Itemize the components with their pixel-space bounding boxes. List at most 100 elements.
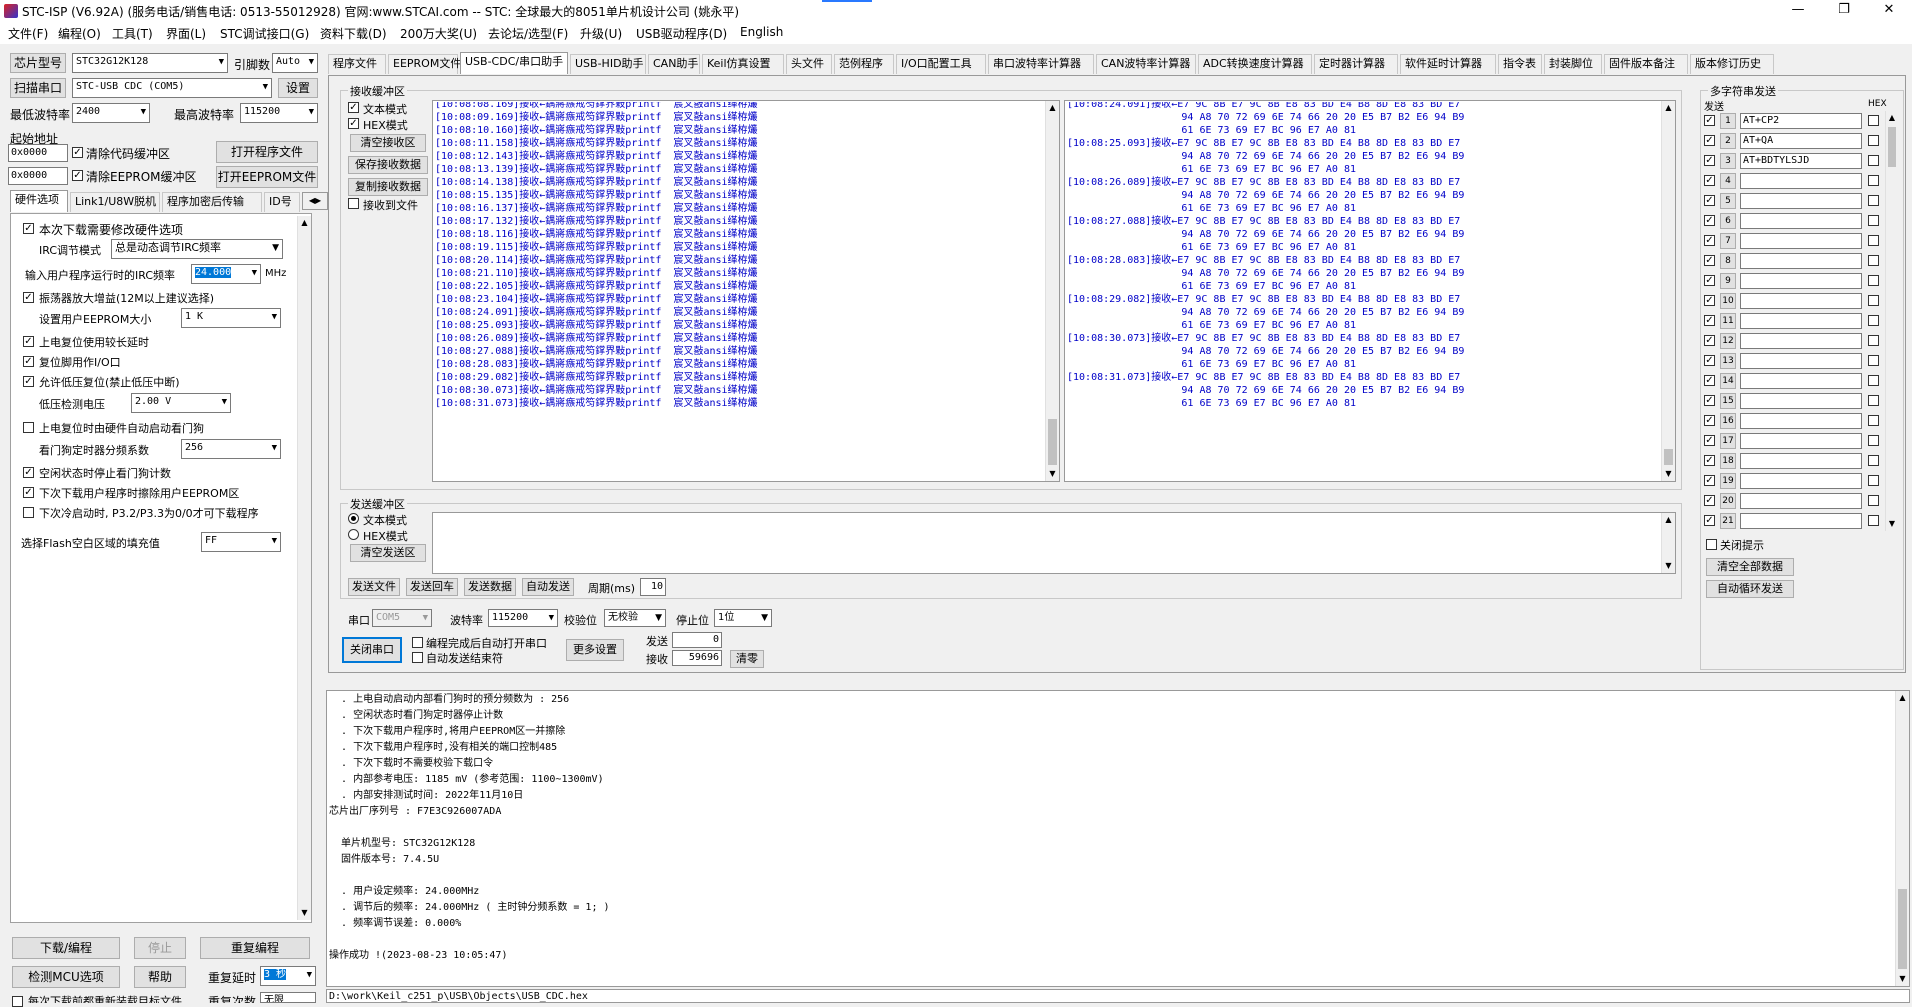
clear-receive-button[interactable]: 清空接收区 xyxy=(350,134,426,152)
repeat-delay-select[interactable]: 3 秒 ▼ xyxy=(260,966,316,986)
multi-hex-checkbox[interactable] xyxy=(1868,235,1879,246)
chevron-up-icon[interactable]: ▲ xyxy=(1886,111,1898,125)
multi-send-index-button[interactable]: 5 xyxy=(1720,193,1736,209)
multi-send-checkbox[interactable]: ✓ xyxy=(1704,255,1715,266)
menu-upgrade[interactable]: 升级(U) xyxy=(580,25,622,42)
auto-watchdog-checkbox[interactable] xyxy=(23,422,34,433)
multi-send-index-button[interactable]: 10 xyxy=(1720,293,1736,309)
tab-delay-calc[interactable]: 软件延时计算器 xyxy=(1400,54,1496,74)
auto-loop-send-button[interactable]: 自动循环发送 xyxy=(1706,580,1794,598)
clear-code-checkbox[interactable]: ✓ xyxy=(72,147,83,158)
send-text-scrollbar[interactable]: ▲ ▼ xyxy=(1661,513,1675,573)
detect-mcu-button[interactable]: 检测MCU选项 xyxy=(12,966,120,988)
multi-send-index-button[interactable]: 9 xyxy=(1720,273,1736,289)
wdt-prescaler-select[interactable]: 256 ▼ xyxy=(181,439,281,459)
repeat-program-button[interactable]: 重复编程 xyxy=(200,937,310,959)
tab-io-config[interactable]: I/O口配置工具 xyxy=(896,54,986,74)
scroll-thumb[interactable] xyxy=(1664,449,1673,465)
download-program-button[interactable]: 下载/编程 xyxy=(12,937,120,959)
copy-receive-button[interactable]: 复制接收数据 xyxy=(348,178,428,196)
auto-send-button[interactable]: 自动发送 xyxy=(522,578,574,596)
chevron-down-icon[interactable]: ▼ xyxy=(1896,972,1909,986)
multi-send-index-button[interactable]: 2 xyxy=(1720,133,1736,149)
multi-send-index-button[interactable]: 18 xyxy=(1720,453,1736,469)
multi-send-index-button[interactable]: 12 xyxy=(1720,333,1736,349)
tab-uart-baud[interactable]: 串口波特率计算器 xyxy=(988,54,1094,74)
receive-text-area[interactable]: [10:08:08.169]接收←鍝嶈瘯戒笉鐣界敤printf 宸叉敼ansi缂… xyxy=(432,100,1060,482)
multi-send-input[interactable] xyxy=(1740,493,1862,509)
multi-hex-checkbox[interactable] xyxy=(1868,435,1879,446)
chevron-down-icon[interactable]: ▼ xyxy=(298,906,311,920)
multi-send-input[interactable] xyxy=(1740,413,1862,429)
irc-mode-select[interactable]: 总是动态调节IRC频率 ▼ xyxy=(111,239,283,259)
pin-count-select[interactable]: Auto ▼ xyxy=(272,53,318,73)
log-area[interactable]: . 上电自动启动内部看门狗时的预分频数为 : 256 . 空闲状态时看门狗定时器… xyxy=(326,690,1910,987)
auto-send-end-checkbox[interactable] xyxy=(412,652,423,663)
multi-send-checkbox[interactable]: ✓ xyxy=(1704,175,1715,186)
multi-hex-checkbox[interactable] xyxy=(1868,515,1879,526)
multi-send-checkbox[interactable]: ✓ xyxy=(1704,515,1715,526)
multi-hex-checkbox[interactable] xyxy=(1868,175,1879,186)
menu-program[interactable]: 编程(O) xyxy=(58,25,101,42)
multi-send-index-button[interactable]: 20 xyxy=(1720,493,1736,509)
tab-examples[interactable]: 范例程序 xyxy=(834,54,894,74)
multi-hex-checkbox[interactable] xyxy=(1868,355,1879,366)
port-select[interactable]: STC-USB CDC (COM5) ▼ xyxy=(72,78,272,98)
multi-send-checkbox[interactable]: ✓ xyxy=(1704,195,1715,206)
lvd-voltage-select[interactable]: 2.00 V ▼ xyxy=(131,393,231,413)
multi-send-input[interactable] xyxy=(1740,393,1862,409)
multi-send-index-button[interactable]: 19 xyxy=(1720,473,1736,489)
serial-port-select[interactable]: COM5 ▼ xyxy=(372,609,432,627)
code-address-input[interactable]: 0x0000 xyxy=(8,144,68,162)
tab-can[interactable]: CAN助手 xyxy=(648,54,700,74)
multi-send-index-button[interactable]: 14 xyxy=(1720,373,1736,389)
menu-view[interactable]: 界面(L) xyxy=(166,25,206,42)
tab-instructions[interactable]: 指令表 xyxy=(1498,54,1542,74)
multi-hex-checkbox[interactable] xyxy=(1868,315,1879,326)
multi-send-checkbox[interactable]: ✓ xyxy=(1704,235,1715,246)
chevron-down-icon[interactable]: ▼ xyxy=(1046,467,1059,481)
multi-hex-checkbox[interactable] xyxy=(1868,375,1879,386)
tab-encrypt[interactable]: 程序加密后传输 xyxy=(162,192,262,212)
multi-send-checkbox[interactable]: ✓ xyxy=(1704,435,1715,446)
multi-send-input[interactable] xyxy=(1740,213,1862,229)
scan-port-button[interactable]: 扫描串口 xyxy=(10,78,66,98)
low-voltage-reset-checkbox[interactable]: ✓ xyxy=(23,376,34,387)
chevron-down-icon[interactable]: ▼ xyxy=(1886,517,1898,531)
menu-forum[interactable]: 去论坛/选型(F) xyxy=(488,25,568,42)
multi-send-input[interactable]: AT+CP2 xyxy=(1740,113,1862,129)
multi-send-input[interactable] xyxy=(1740,373,1862,389)
multi-send-checkbox[interactable]: ✓ xyxy=(1704,355,1715,366)
send-data-button[interactable]: 发送数据 xyxy=(464,578,516,596)
chip-model-button[interactable]: 芯片型号 xyxy=(10,53,66,73)
multi-hex-checkbox[interactable] xyxy=(1868,215,1879,226)
clear-send-button[interactable]: 清空发送区 xyxy=(350,544,426,562)
multi-hex-checkbox[interactable] xyxy=(1868,495,1879,506)
multi-send-checkbox[interactable]: ✓ xyxy=(1704,455,1715,466)
menu-english[interactable]: English xyxy=(740,25,783,39)
eeprom-size-select[interactable]: 1 K ▼ xyxy=(181,308,281,328)
more-settings-button[interactable]: 更多设置 xyxy=(566,639,624,661)
period-input[interactable]: 10 xyxy=(640,578,666,596)
multi-hex-checkbox[interactable] xyxy=(1868,295,1879,306)
multi-send-checkbox[interactable]: ✓ xyxy=(1704,415,1715,426)
flash-fill-select[interactable]: FF ▼ xyxy=(201,532,281,552)
close-tip-checkbox[interactable] xyxy=(1706,539,1717,550)
menu-tools[interactable]: 工具(T) xyxy=(112,25,153,42)
eeprom-address-input[interactable]: 0x0000 xyxy=(8,167,68,185)
multi-send-checkbox[interactable]: ✓ xyxy=(1704,375,1715,386)
oscillator-gain-checkbox[interactable]: ✓ xyxy=(23,292,34,303)
maximize-button[interactable]: ❐ xyxy=(1821,0,1867,22)
multi-send-index-button[interactable]: 4 xyxy=(1720,173,1736,189)
min-baud-select[interactable]: 2400 ▼ xyxy=(72,103,150,123)
multi-send-index-button[interactable]: 21 xyxy=(1720,513,1736,529)
log-scrollbar[interactable]: ▲ ▼ xyxy=(1895,691,1909,986)
close-serial-button[interactable]: 关闭串口 xyxy=(342,637,402,663)
multi-send-index-button[interactable]: 11 xyxy=(1720,313,1736,329)
multi-send-index-button[interactable]: 13 xyxy=(1720,353,1736,369)
multi-send-input[interactable] xyxy=(1740,273,1862,289)
multi-hex-checkbox[interactable] xyxy=(1868,275,1879,286)
open-eeprom-file-button[interactable]: 打开EEPROM文件 xyxy=(216,166,318,188)
recv-to-file-checkbox[interactable] xyxy=(348,198,359,209)
long-reset-delay-checkbox[interactable]: ✓ xyxy=(23,336,34,347)
